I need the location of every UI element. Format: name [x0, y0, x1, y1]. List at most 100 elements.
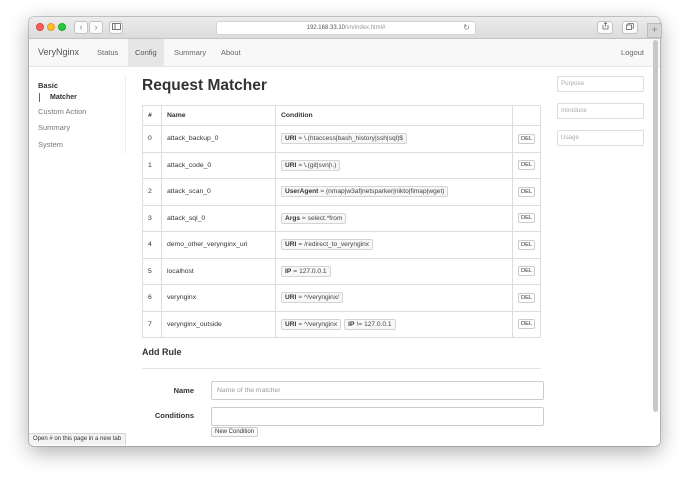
- minimize-window-icon[interactable]: [47, 23, 55, 31]
- sidebar-item-custom-action[interactable]: Custom Action: [38, 107, 86, 116]
- condition-tag: URI =/redirect_to_verynginx: [281, 239, 374, 251]
- condition-tag: Args ≈ select.*from: [281, 212, 347, 224]
- condition-key: URI: [285, 294, 297, 302]
- new-condition-button[interactable]: New Condition: [211, 427, 259, 437]
- header-actions: [512, 105, 541, 126]
- condition-key: IP: [348, 320, 355, 328]
- condition-key: IP: [285, 267, 292, 275]
- delete-button[interactable]: DEL: [518, 213, 536, 224]
- row-index: 7: [142, 310, 162, 338]
- reload-icon[interactable]: ↻: [463, 22, 470, 34]
- logout-link[interactable]: Logout: [621, 39, 644, 66]
- delete-button[interactable]: DEL: [518, 133, 536, 144]
- condition-tag: IP = 127.0.0.1: [281, 265, 331, 277]
- zoom-window-icon[interactable]: [58, 23, 66, 31]
- browser-window: ‹ › 192.168.33.10/vn/index.html# ↻ VeryN…: [29, 17, 660, 446]
- table-row: 1 attack_code_0 URI ≈ \.(git|svn|\.) DEL: [142, 151, 541, 179]
- page-scrollbar[interactable]: [653, 40, 658, 412]
- url-host: 192.168.33.10: [306, 25, 345, 31]
- row-actions: DEL: [512, 151, 541, 179]
- delete-button[interactable]: DEL: [518, 319, 536, 330]
- row-actions: DEL: [512, 125, 541, 153]
- condition-operator: =: [298, 241, 303, 249]
- table-row: 4 demo_other_verynginx_uri URI =/redirect_t…: [142, 231, 541, 259]
- row-condition: URI ≈ \.(git|svn|\.): [275, 151, 513, 179]
- matcher-table-body: 0 attack_backup_0 URI ≈ \.(htaccess|bash_his…: [142, 125, 541, 338]
- row-condition: URI ≈ ^/verynginx/: [275, 284, 513, 312]
- sidebar-item-matcher[interactable]: Matcher: [39, 93, 77, 102]
- condition-value: /redirect_to_verynginx: [304, 241, 370, 249]
- sidebar-item-summary[interactable]: Summary: [38, 123, 70, 132]
- purpose-input[interactable]: Purpose: [557, 76, 644, 92]
- table-row: 7 verynginx_outside URI ≈ ^/verynginx IP != 127…: [142, 310, 541, 338]
- name-label: Name: [173, 386, 194, 395]
- condition-value: \.(htaccess|bash_history|ssh|sql)$: [303, 135, 403, 143]
- matcher-table: # Name Condition 0 attack_backup_0 URI ≈ \.(…: [142, 105, 541, 338]
- top-navbar: VeryNginx Status Config Summary About Lo…: [29, 39, 660, 67]
- row-actions: DEL: [512, 178, 541, 206]
- row-actions: DEL: [512, 257, 541, 285]
- status-bar: Open # on this page in a new tab: [29, 433, 127, 445]
- header-name: Name: [161, 105, 276, 126]
- row-name: attack_sql_0: [161, 204, 276, 232]
- tabs-overview-button[interactable]: [622, 21, 638, 34]
- sidebar-toggle-button[interactable]: [109, 21, 123, 34]
- close-window-icon[interactable]: [36, 23, 44, 31]
- usage-input[interactable]: Usage: [557, 130, 644, 146]
- brand-logo[interactable]: VeryNginx: [38, 39, 79, 66]
- delete-button[interactable]: DEL: [518, 292, 536, 303]
- condition-operator: =: [293, 267, 298, 275]
- condition-value: 127.0.0.1: [364, 320, 392, 328]
- condition-operator: ≈: [298, 135, 302, 143]
- add-rule-heading: Add Rule: [142, 347, 182, 357]
- row-index: 3: [142, 204, 162, 232]
- forward-button[interactable]: ›: [89, 21, 103, 34]
- condition-operator: !=: [356, 320, 363, 328]
- row-index: 6: [142, 284, 162, 312]
- condition-operator: ≈: [320, 188, 324, 196]
- nav-status[interactable]: Status: [97, 39, 118, 66]
- condition-key: UserAgent: [285, 188, 319, 196]
- conditions-label: Conditions: [154, 411, 194, 420]
- condition-operator: ≈: [302, 214, 306, 222]
- row-actions: DEL: [512, 231, 541, 259]
- address-bar[interactable]: 192.168.33.10/vn/index.html# ↻: [216, 21, 476, 35]
- row-name: localhost: [161, 257, 276, 285]
- condition-tag: IP != 127.0.0.1: [344, 318, 396, 330]
- row-condition: URI ≈ ^/verynginx IP != 127.0.0.1: [275, 310, 513, 338]
- condition-tag: UserAgent ≈ (nmap|w3af|netsparker|nikto|fi…: [281, 186, 449, 198]
- table-row: 2 attack_scan_0 UserAgent ≈ (nmap|w3af|netsp…: [142, 178, 541, 206]
- condition-operator: ≈: [298, 161, 302, 169]
- new-tab-button[interactable]: +: [647, 23, 662, 38]
- share-button[interactable]: [597, 21, 613, 34]
- row-index: 4: [142, 231, 162, 259]
- delete-button[interactable]: DEL: [518, 266, 536, 277]
- row-actions: DEL: [512, 204, 541, 232]
- sidebar-item-system[interactable]: System: [38, 140, 63, 149]
- row-condition: IP = 127.0.0.1: [275, 257, 513, 285]
- sidebar-toggle-icon: [111, 23, 121, 30]
- conditions-field[interactable]: [211, 407, 544, 426]
- header-index: #: [142, 105, 162, 126]
- condition-tag: URI ≈ ^/verynginx: [281, 318, 342, 330]
- table-row: 0 attack_backup_0 URI ≈ \.(htaccess|bash_his…: [142, 125, 541, 153]
- browser-titlebar: ‹ › 192.168.33.10/vn/index.html# ↻: [29, 17, 660, 39]
- row-condition: URI =/redirect_to_verynginx: [275, 231, 513, 259]
- url-path: /vn/index.html#: [345, 25, 386, 31]
- nav-about[interactable]: About: [221, 39, 241, 66]
- back-button[interactable]: ‹: [74, 21, 88, 34]
- sidebar-section-basic[interactable]: Basic: [38, 81, 58, 90]
- nav-summary[interactable]: Summary: [174, 39, 206, 66]
- row-name: verynginx_outside: [161, 310, 276, 338]
- divider: [142, 368, 541, 369]
- delete-button[interactable]: DEL: [518, 160, 536, 171]
- condition-tag: URI ≈ \.(git|svn|\.): [281, 159, 341, 171]
- delete-button[interactable]: DEL: [518, 239, 536, 250]
- delete-button[interactable]: DEL: [518, 186, 536, 197]
- row-index: 2: [142, 178, 162, 206]
- nav-config[interactable]: Config: [128, 39, 164, 66]
- page-title: Request Matcher: [142, 77, 267, 94]
- introduce-input[interactable]: Introduce: [557, 103, 644, 119]
- matcher-name-input[interactable]: Name of the matcher: [211, 381, 544, 400]
- row-index: 0: [142, 125, 162, 153]
